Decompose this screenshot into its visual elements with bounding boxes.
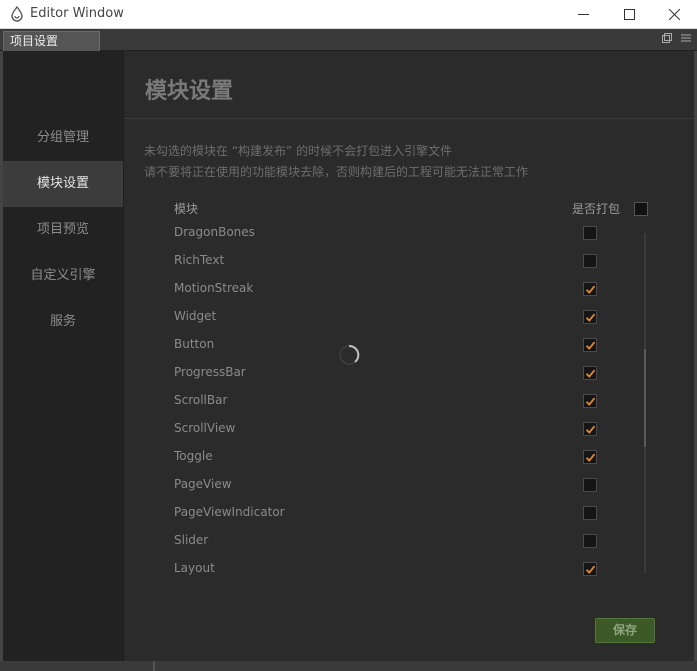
maximize-button[interactable] (606, 0, 652, 29)
bottom-divider (153, 661, 155, 671)
module-row: Button (174, 332, 597, 360)
module-name: RichText (174, 253, 225, 267)
popout-icon[interactable] (662, 33, 672, 43)
menu-icon[interactable] (681, 33, 691, 43)
sidebar-item-custom-engine[interactable]: 自定义引擎 (3, 253, 123, 299)
pack-checkbox[interactable] (583, 534, 597, 548)
minimize-icon (577, 14, 589, 15)
pack-checkbox[interactable] (583, 338, 597, 352)
sidebar-item-project-preview[interactable]: 项目预览 (3, 207, 123, 253)
settings-sidebar: 分组管理 模块设置 项目预览 自定义引擎 服务 (3, 51, 123, 661)
module-row: PageView (174, 472, 597, 500)
pack-checkbox[interactable] (583, 366, 597, 380)
module-row: Toggle (174, 444, 597, 472)
bottom-bar (0, 661, 697, 671)
tab-project-settings[interactable]: 项目设置 (3, 31, 100, 51)
checkmark-icon (585, 369, 595, 378)
module-name: ProgressBar (174, 365, 246, 379)
pack-checkbox[interactable] (583, 394, 597, 408)
module-settings-panel: 模块设置 未勾选的模块在 “构建发布” 的时候不会打包进入引擎文件 请不要将正在… (124, 51, 694, 661)
scrollbar-thumb[interactable] (644, 349, 646, 447)
module-name: Layout (174, 561, 215, 575)
description-line-2: 请不要将正在使用的功能模块去除，否则构建后的工程可能无法正常工作 (144, 165, 529, 179)
module-name: Toggle (174, 449, 213, 463)
sidebar-item-services[interactable]: 服务 (3, 299, 123, 345)
module-row: PageViewIndicator (174, 500, 597, 528)
pack-checkbox[interactable] (583, 478, 597, 492)
pack-checkbox[interactable] (583, 450, 597, 464)
checkmark-icon (585, 425, 595, 434)
checkmark-icon (585, 397, 595, 406)
module-name: PageView (174, 477, 232, 491)
select-all-checkbox[interactable] (634, 202, 648, 216)
pack-checkbox[interactable] (583, 226, 597, 240)
pack-checkbox[interactable] (583, 254, 597, 268)
checkmark-icon (585, 565, 595, 574)
module-row: Slider (174, 528, 597, 556)
module-name: Button (174, 337, 215, 351)
module-row: RichText (174, 248, 597, 276)
column-header-pack: 是否打包 (572, 202, 621, 216)
pack-checkbox[interactable] (583, 506, 597, 520)
module-name: DragonBones (174, 225, 255, 239)
pack-checkbox[interactable] (583, 282, 597, 296)
module-name: PageViewIndicator (174, 505, 285, 519)
save-button[interactable]: 保存 (595, 618, 655, 643)
column-header-module: 模块 (174, 202, 199, 216)
module-row: Widget (174, 304, 597, 332)
module-name: Slider (174, 533, 209, 547)
pack-checkbox[interactable] (583, 310, 597, 324)
sidebar-item-module-settings[interactable]: 模块设置 (3, 161, 123, 207)
module-row: ScrollView (174, 416, 597, 444)
module-name: ScrollBar (174, 393, 228, 407)
loading-spinner-icon (339, 344, 360, 365)
window-titlebar: Editor Window (0, 0, 697, 29)
module-name: Widget (174, 309, 217, 323)
module-row: DragonBones (174, 220, 597, 248)
divider (124, 118, 694, 119)
checkmark-icon (585, 313, 595, 322)
checkmark-icon (585, 341, 595, 350)
checkmark-icon (585, 453, 595, 462)
close-button[interactable] (651, 0, 697, 29)
close-icon (668, 9, 680, 20)
pack-checkbox[interactable] (583, 562, 597, 576)
checkmark-icon (585, 285, 595, 294)
minimize-button[interactable] (560, 0, 606, 29)
module-row: ProgressBar (174, 360, 597, 388)
module-row: MotionStreak (174, 276, 597, 304)
page-title: 模块设置 (145, 78, 234, 104)
app-icon (11, 6, 23, 22)
tab-actions (662, 33, 691, 43)
maximize-icon (623, 9, 635, 20)
module-name: MotionStreak (174, 281, 254, 295)
sidebar-item-group-manage[interactable]: 分组管理 (3, 115, 123, 161)
panel-tabbar: 项目设置 (0, 29, 697, 51)
window-title: Editor Window (30, 6, 124, 21)
description-line-1: 未勾选的模块在 “构建发布” 的时候不会打包进入引擎文件 (144, 144, 453, 158)
module-row: ScrollBar (174, 388, 597, 416)
module-row: Layout (174, 556, 597, 584)
module-name: ScrollView (174, 421, 236, 435)
pack-checkbox[interactable] (583, 422, 597, 436)
